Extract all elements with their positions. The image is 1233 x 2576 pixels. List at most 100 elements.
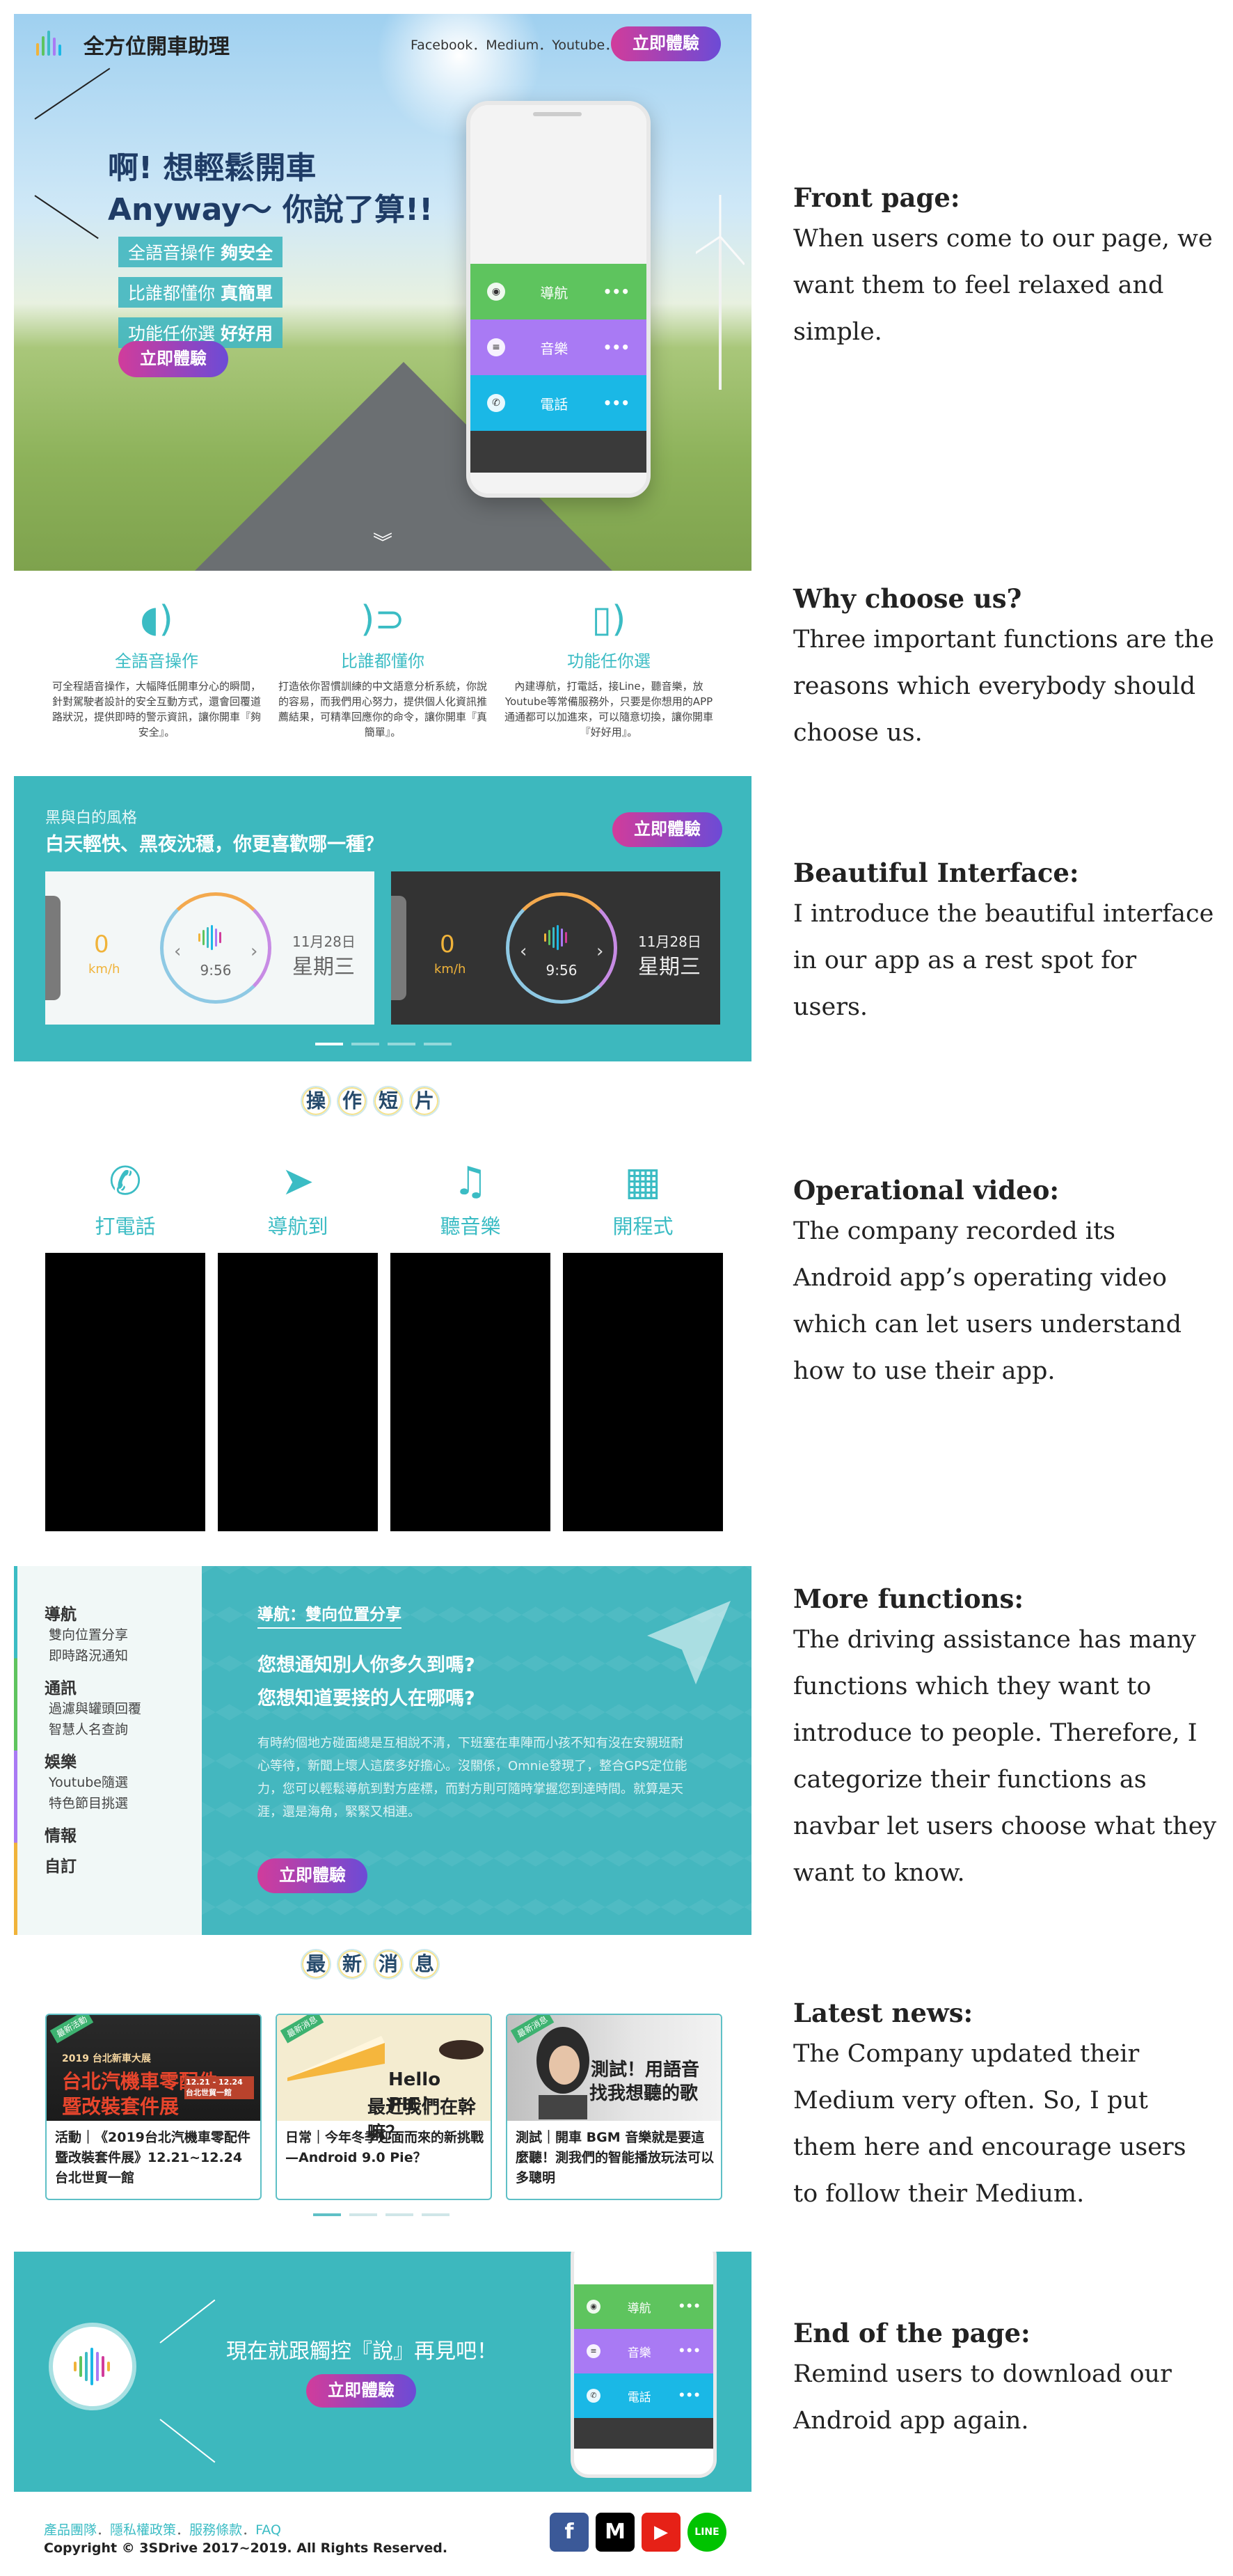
tab-navigate[interactable]: ➤ 導航到 — [218, 1159, 378, 1240]
sidebar-group-navigation[interactable]: 導航 — [45, 1601, 77, 1625]
feature-title: 全語音操作 — [115, 651, 198, 671]
hero-tag: 全語音操作 夠安全 — [118, 237, 283, 267]
note-heading: Latest news: — [793, 1998, 973, 2028]
speed-value: 0 — [440, 931, 455, 958]
footer-link-faq[interactable]: FAQ — [255, 2522, 281, 2538]
decor-line — [159, 2299, 216, 2344]
sidebar-group-entertainment[interactable]: 娛樂 — [45, 1748, 77, 1772]
chevron-left-icon[interactable]: ‹ — [520, 941, 527, 962]
medium-icon[interactable]: M — [596, 2513, 635, 2552]
tab-call[interactable]: ✆ 打電話 — [45, 1159, 205, 1240]
sidebar-item[interactable]: 智慧人名查詢 — [49, 1719, 128, 1738]
note-video: Operational video: The company recorded … — [793, 1175, 1218, 1395]
feature-custom: ▯) 功能任你選 內建導航，打電話，接Line，聽音樂，放Youtube等常備服… — [504, 599, 713, 740]
decor-line — [34, 68, 111, 120]
note-heading: End of the page: — [793, 2318, 1031, 2348]
feature-title: 功能任你選 — [567, 651, 651, 671]
sidebar-item[interactable]: Youtube隨選 — [49, 1772, 128, 1791]
navigation-arrow-icon: ➤ — [281, 1159, 315, 1204]
youtube-icon[interactable]: ▶ — [642, 2513, 681, 2552]
note-body: The driving assistance has many function… — [793, 1626, 1217, 1887]
hero-try-now-button[interactable]: 立即體驗 — [118, 341, 228, 377]
sidebar-group-info[interactable]: 情報 — [45, 1822, 77, 1846]
hero-tags: 全語音操作 夠安全 比誰都懂你 真簡單 功能任你選 好好用 — [118, 237, 283, 358]
phone-menu-music: ≡ 音樂 ••• — [470, 319, 646, 375]
sidebar-item[interactable]: 雙向位置分享 — [49, 1625, 128, 1643]
line-icon[interactable]: LINE — [687, 2513, 726, 2552]
phone-vibrate-icon: ▯) — [591, 599, 626, 640]
footer-links: 產品團隊．隱私權政策．服務條款．FAQ — [44, 2522, 281, 2538]
chevron-right-icon[interactable]: › — [596, 941, 603, 962]
note-body: I introduce the beautiful interface in o… — [793, 900, 1214, 1021]
news-card[interactable]: 2019 台北新車大展 台北汽機車零配件 暨改裝套件展 12.21 - 12.2… — [45, 2014, 262, 2200]
end-section: 現在就跟觸控『說』再見吧！ 立即體驗 ◉ 導航 ••• ≡ 音樂 ••• ✆ 電話 ••• — [14, 2252, 751, 2492]
hero-title: 啊! 想輕鬆開車 — [108, 150, 317, 186]
hero-tag: 比誰都懂你 真簡單 — [118, 277, 283, 308]
clock-time: 9:56 — [200, 962, 232, 979]
function-heading: 導航：雙向位置分享 — [257, 1601, 401, 1629]
news-pager[interactable] — [313, 2213, 450, 2216]
footer-link-privacy[interactable]: 隱私權政策 — [110, 2522, 176, 2538]
function-try-now-button[interactable]: 立即體驗 — [257, 1858, 367, 1893]
chevron-double-down-icon[interactable]: ︾ — [372, 532, 393, 553]
sidebar-item[interactable]: 即時路況通知 — [49, 1645, 128, 1664]
end-message: 現在就跟觸控『說』再見吧！ — [226, 2339, 498, 2364]
footer-link-terms[interactable]: 服務條款 — [189, 2522, 242, 2538]
sidebar-group-custom[interactable]: 自訂 — [45, 1853, 77, 1876]
sidebar-item[interactable]: 過濾與罐頭回覆 — [49, 1698, 141, 1717]
note-heading: Operational video: — [793, 1175, 1060, 1206]
phone-menu-music: ≡ 音樂 ••• — [574, 2329, 713, 2373]
hero-section: 全方位開車助理 Facebook．Medium．Youtube． 立即體驗 啊!… — [14, 14, 751, 571]
note-heading: Front page: — [793, 182, 960, 213]
function-detail-panel: 導航：雙向位置分享 您想通知別人你多久到嗎? 您想知道要接的人在哪嗎? 有時約個… — [202, 1566, 751, 1935]
playlist-icon: ≡ — [587, 2344, 600, 2358]
phone-mockup: ◉ 導航 ••• ≡ 音樂 ••• ✆ 電話 ••• — [466, 101, 651, 498]
note-end: End of the page: Remind users to downloa… — [793, 2318, 1218, 2444]
apps-grid-icon: ▦ — [624, 1159, 662, 1204]
tab-music[interactable]: ♫ 聽音樂 — [390, 1159, 550, 1240]
page: 全方位開車助理 Facebook．Medium．Youtube． 立即體驗 啊!… — [0, 0, 1233, 2576]
light-theme-preview: 0 km/h 9:56 ‹ › 11月28日 星期三 — [45, 871, 374, 1025]
speed-unit: km/h — [434, 962, 466, 977]
note-interface: Beautiful Interface: I introduce the bea… — [793, 858, 1218, 1031]
video-player[interactable] — [390, 1253, 550, 1531]
decor-line — [34, 195, 99, 239]
note-heading: Why choose us? — [793, 583, 1022, 614]
footer-link-team[interactable]: 產品團隊 — [44, 2522, 97, 2538]
pie-illustration — [287, 2036, 385, 2081]
news-caption: 測試｜開車 BGM 音樂就是要這麼聽！測我們的智能播放玩法可以多聰明 — [516, 2130, 715, 2186]
chevron-right-icon[interactable]: › — [250, 941, 257, 962]
phone-menu-navigation: ◉ 導航 ••• — [574, 2284, 713, 2329]
note-news: Latest news: The Company updated their M… — [793, 1998, 1218, 2218]
note-body: The company recorded its Android app’s o… — [793, 1217, 1182, 1385]
video-player[interactable] — [45, 1253, 205, 1531]
dark-theme-preview: 0 km/h 9:56 ‹ › 11月28日 星期三 — [391, 871, 720, 1025]
video-player[interactable] — [218, 1253, 378, 1531]
news-card[interactable]: 測試！用語音 找我想聽的歌 最新消息 測試｜開車 BGM 音樂就是要這麼聽！測我… — [506, 2014, 722, 2200]
sidebar-item[interactable]: 特色節目挑選 — [49, 1793, 128, 1812]
interface-try-now-button[interactable]: 立即體驗 — [612, 812, 722, 847]
note-body: Three important functions are the reason… — [793, 626, 1214, 747]
try-now-button[interactable]: 立即體驗 — [611, 26, 721, 61]
clock-time: 9:56 — [546, 962, 578, 979]
function-question: 您想通知別人你多久到嗎? — [257, 1654, 475, 1676]
video-player[interactable] — [563, 1253, 723, 1531]
hearing-icon: )⊃ — [360, 599, 405, 640]
news-card[interactable]: Hello PIE！ 最近我們在幹嘛？ 最新消息 日常｜今年冬季迎面而來的新挑戰… — [276, 2014, 492, 2200]
decor-line — [159, 2419, 216, 2463]
phone-icon: ✆ — [109, 1159, 142, 1204]
paper-plane-icon — [647, 1601, 731, 1684]
person-photo — [536, 2027, 589, 2119]
hero-subtitle: Anyway～ 你說了算!! — [108, 192, 433, 228]
compass-icon: ◉ — [587, 2300, 600, 2314]
social-nav-links[interactable]: Facebook．Medium．Youtube． — [411, 35, 618, 54]
facebook-icon[interactable]: f — [550, 2513, 589, 2552]
sidebar-group-communication[interactable]: 通訊 — [45, 1675, 77, 1698]
chevron-left-icon[interactable]: ‹ — [174, 941, 181, 962]
interface-subtitle: 黑與白的風格 — [45, 809, 138, 827]
playlist-icon: ≡ — [487, 338, 505, 356]
carousel-pager[interactable] — [315, 1043, 452, 1045]
interface-title: 白天輕快、黑夜沈穩，你更喜歡哪一種？ — [45, 834, 383, 855]
tab-apps[interactable]: ▦ 開程式 — [563, 1159, 723, 1240]
end-try-now-button[interactable]: 立即體驗 — [306, 2374, 416, 2408]
